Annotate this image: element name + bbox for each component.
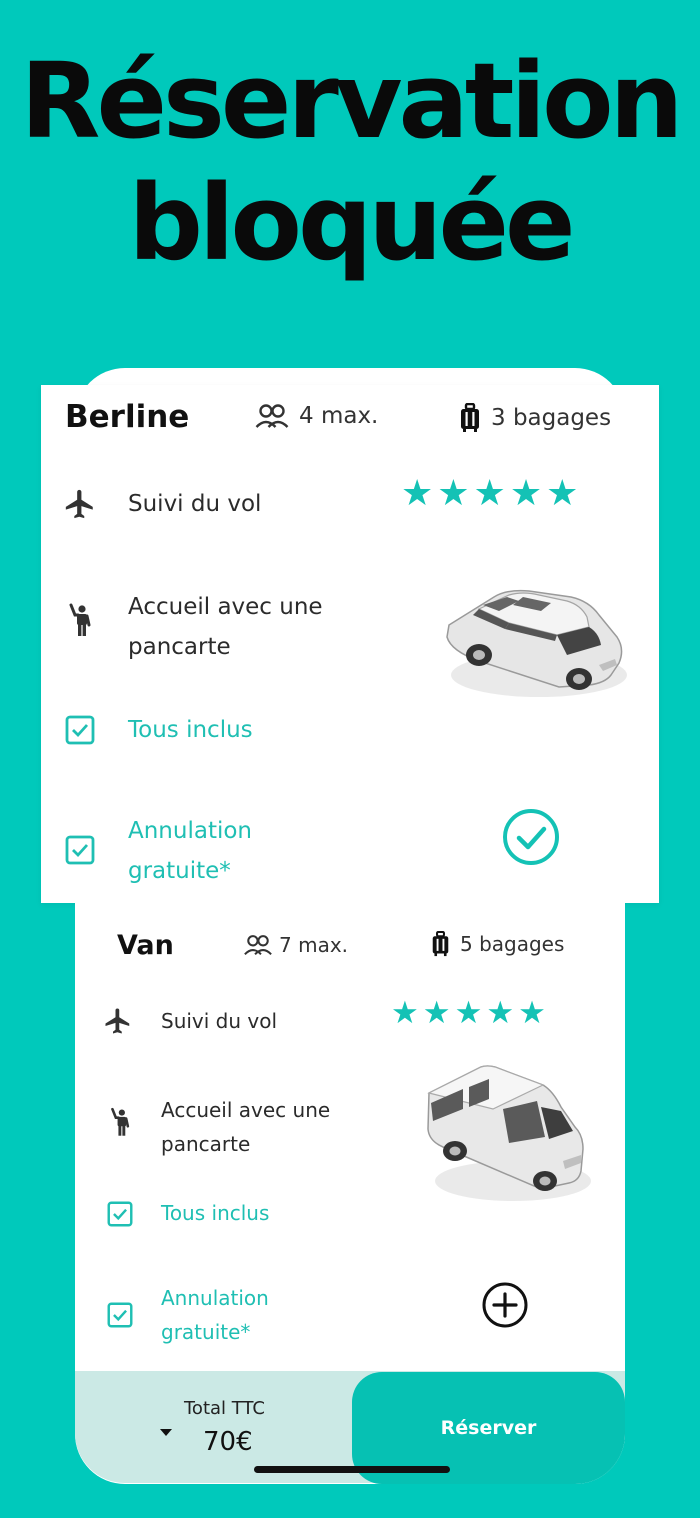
promo-headline: Réservation bloquée (0, 40, 700, 284)
luggage-capacity-label: 5 bagages (460, 932, 565, 956)
vehicle-title: Van (117, 930, 174, 961)
suitcase-icon (432, 931, 449, 957)
feature-flight-tracking: Suivi du vol (128, 491, 262, 517)
total-label: Total TTC (184, 1398, 265, 1419)
luggage-capacity-label: 3 bagages (491, 405, 612, 431)
feature-welcome-line-2: pancarte (161, 1132, 251, 1156)
passengers-icon (255, 404, 289, 428)
checkbox-checked-icon[interactable] (65, 835, 95, 865)
feature-welcome-sign: Accueil avec une pancarte (161, 1093, 330, 1161)
feature-cancel-line-1: Annulation (128, 818, 253, 844)
feature-welcome-line-2: pancarte (128, 634, 231, 660)
home-indicator[interactable] (254, 1466, 450, 1473)
headline-line-1: Réservation (20, 40, 683, 162)
feature-flight-tracking: Suivi du vol (161, 1009, 278, 1033)
vehicle-title: Berline (65, 399, 190, 435)
selected-check-circle-icon[interactable] (501, 807, 561, 867)
feature-welcome-sign: Accueil avec une pancarte (128, 587, 323, 667)
checkbox-checked-icon[interactable] (107, 1201, 133, 1227)
van-image (427, 1065, 591, 1201)
passenger-capacity: 7 max. (243, 933, 348, 957)
feature-free-cancellation: Annulation gratuite* (161, 1281, 269, 1349)
checkbox-checked-icon[interactable] (107, 1302, 133, 1328)
person-waving-icon (111, 1107, 130, 1136)
feature-cancel-line-1: Annulation (161, 1286, 269, 1310)
airplane-icon (105, 1008, 130, 1034)
feature-cancel-line-2: gratuite* (128, 858, 231, 884)
passenger-capacity: 4 max. (255, 403, 378, 429)
add-circle-icon[interactable] (481, 1281, 529, 1329)
luggage-capacity: 3 bagages (459, 403, 611, 433)
sedan-car-image (446, 589, 627, 697)
rating-stars: ★★★★★ (401, 473, 583, 514)
feature-welcome-line-1: Accueil avec une (161, 1098, 331, 1122)
passenger-capacity-label: 7 max. (279, 933, 349, 957)
feature-free-cancellation: Annulation gratuite* (128, 811, 252, 891)
passenger-capacity-label: 4 max. (299, 403, 379, 429)
checkbox-checked-icon[interactable] (65, 715, 95, 745)
vehicle-card-berline[interactable]: Berline 4 max. 3 bagages Suivi du vol ★★… (41, 385, 659, 903)
feature-cancel-line-2: gratuite* (161, 1320, 251, 1344)
passengers-icon (244, 935, 272, 956)
caret-down-icon[interactable] (158, 1426, 174, 1438)
feature-welcome-line-1: Accueil avec une (128, 594, 323, 620)
headline-line-2: bloquée (128, 162, 575, 284)
suitcase-icon (461, 403, 479, 432)
feature-all-included: Tous inclus (128, 717, 253, 743)
luggage-capacity: 5 bagages (431, 931, 564, 957)
airplane-icon (65, 489, 93, 519)
vehicle-card-van[interactable]: Van 7 max. 5 bagages Suivi du vol ★★★★★ (75, 903, 625, 1373)
feature-all-included: Tous inclus (161, 1201, 270, 1225)
total-price: 70€ (203, 1427, 253, 1457)
rating-stars: ★★★★★ (391, 995, 550, 1031)
person-waving-icon (69, 603, 91, 636)
